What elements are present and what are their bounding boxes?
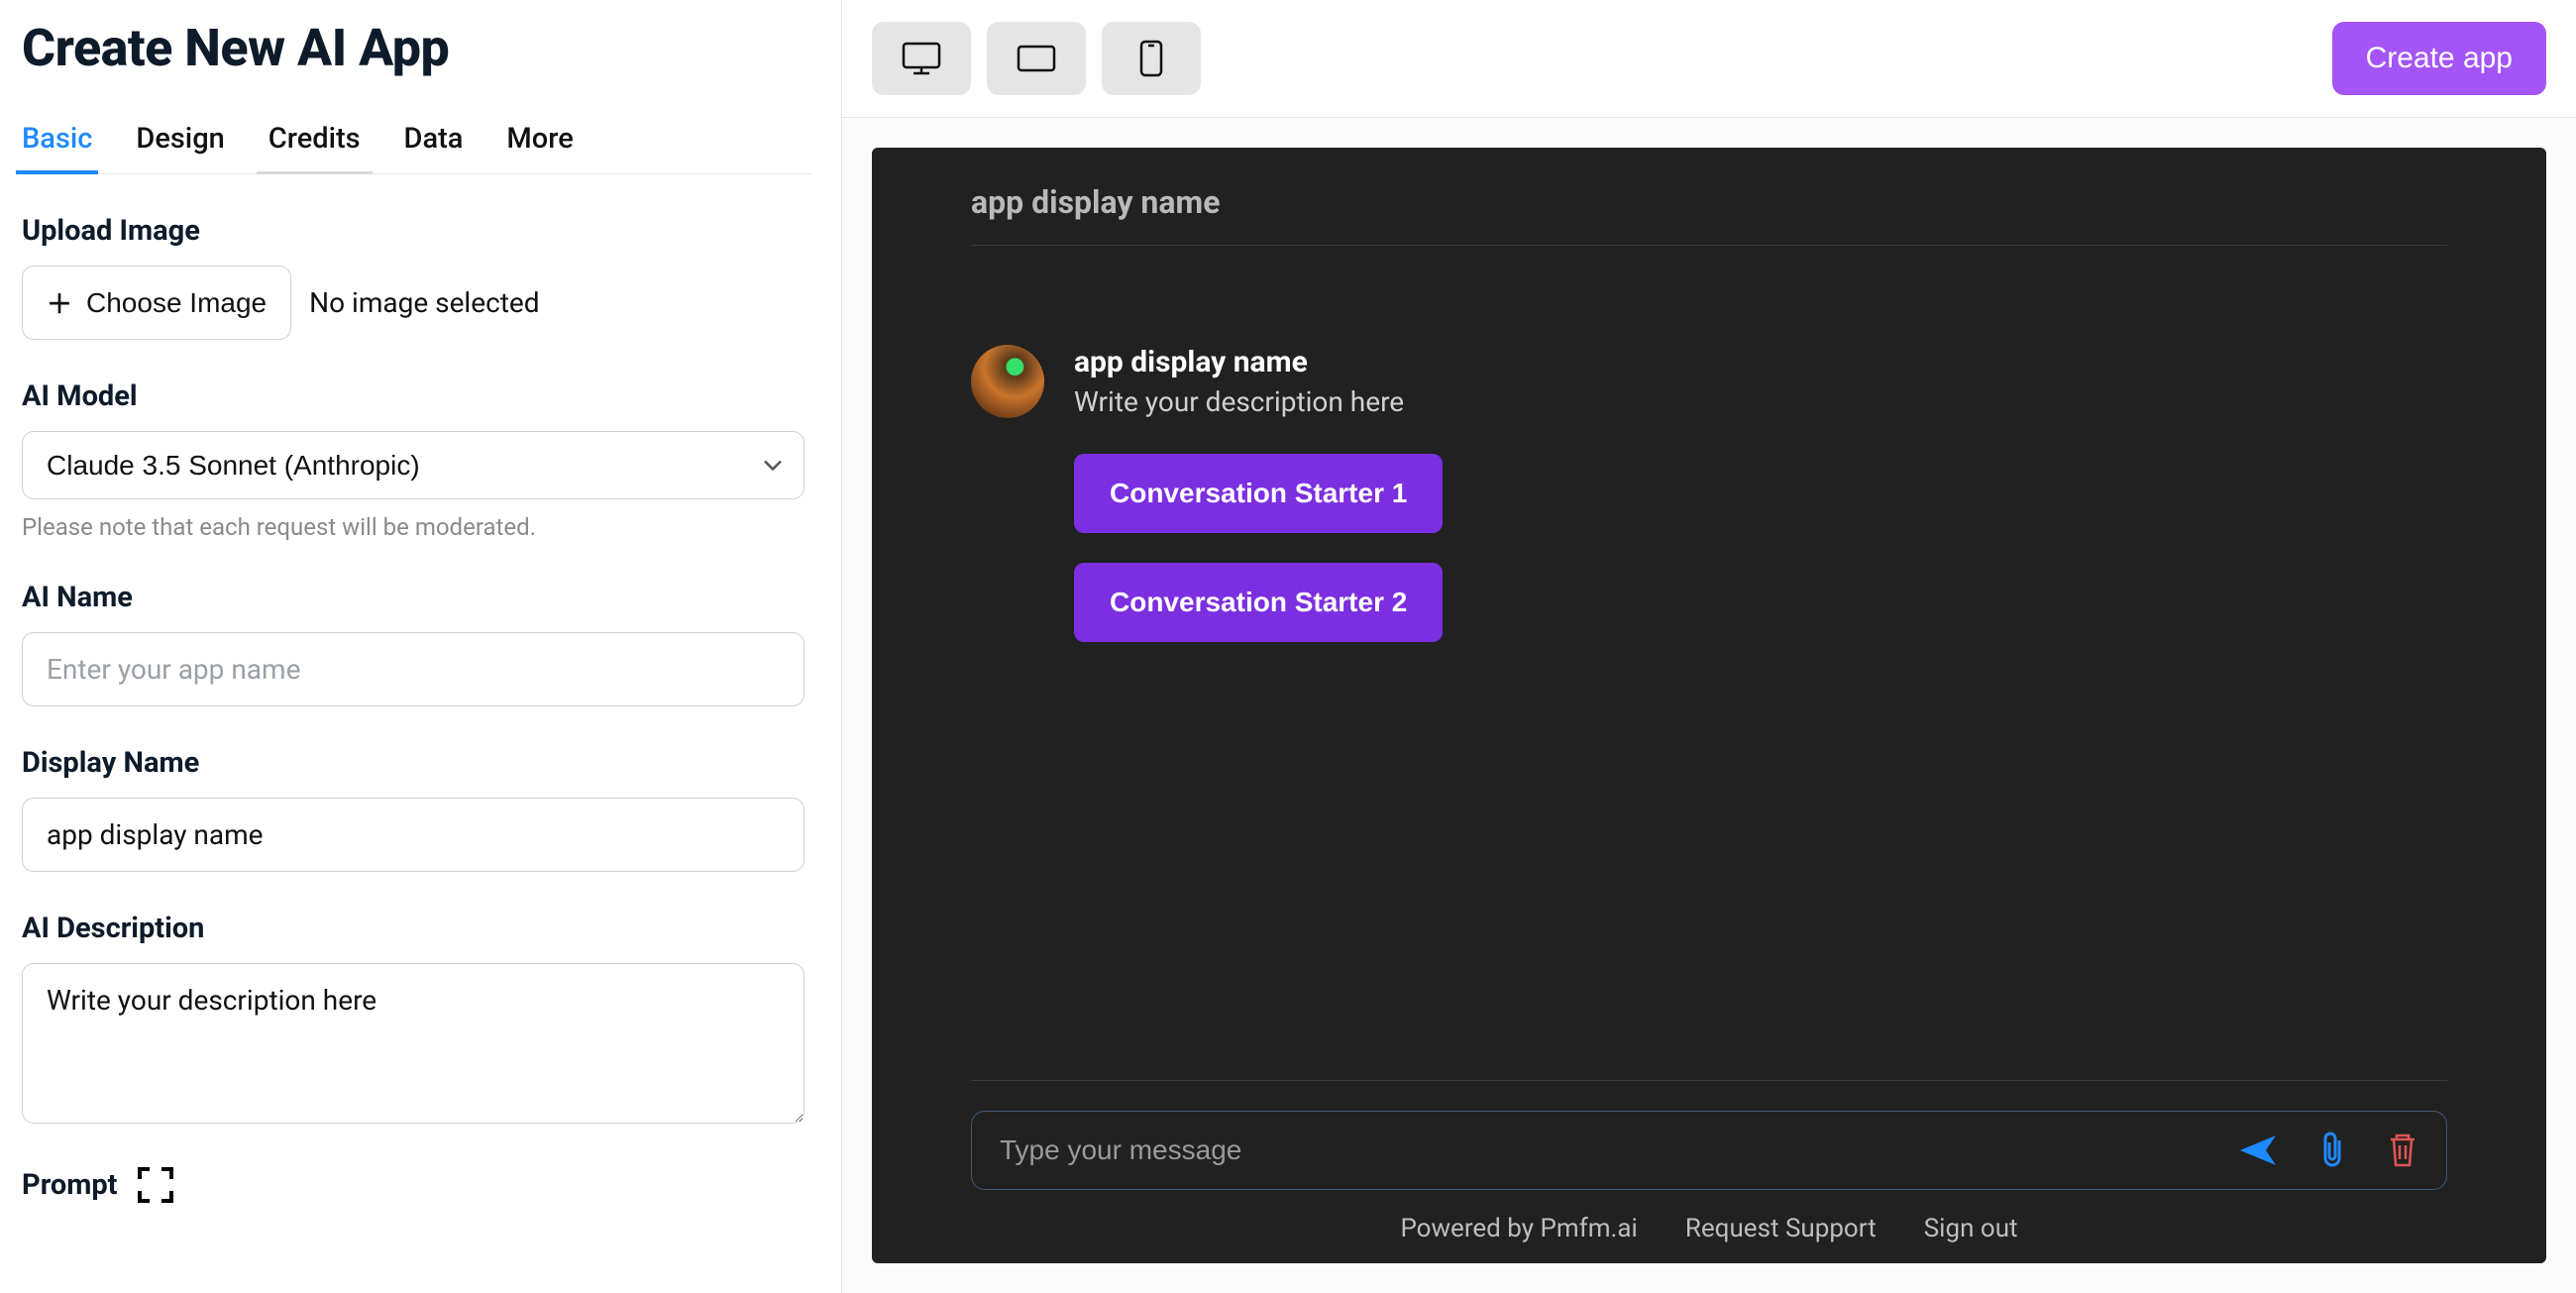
sign-out-link[interactable]: Sign out bbox=[1924, 1214, 2018, 1243]
request-support-link[interactable]: Request Support bbox=[1685, 1214, 1877, 1243]
tablet-device-button[interactable] bbox=[987, 22, 1086, 95]
prompt-section: Prompt bbox=[22, 1167, 811, 1203]
ai-name-label: AI Name bbox=[22, 581, 811, 614]
send-icon[interactable] bbox=[2238, 1133, 2278, 1167]
display-name-input[interactable] bbox=[22, 798, 805, 872]
model-section: AI Model Claude 3.5 Sonnet (Anthropic) P… bbox=[22, 379, 811, 541]
powered-by-link[interactable]: Powered by Pmfm.ai bbox=[1400, 1214, 1637, 1243]
preview-toolbar: Create app bbox=[842, 0, 2576, 118]
trash-icon[interactable] bbox=[2387, 1131, 2418, 1169]
model-help-text: Please note that each request will be mo… bbox=[22, 513, 811, 541]
model-select[interactable]: Claude 3.5 Sonnet (Anthropic) bbox=[22, 431, 805, 499]
description-input[interactable] bbox=[22, 963, 805, 1124]
desktop-device-button[interactable] bbox=[872, 22, 971, 95]
tab-design[interactable]: Design bbox=[136, 122, 224, 173]
display-name-label: Display Name bbox=[22, 746, 811, 780]
tab-data[interactable]: Data bbox=[404, 122, 464, 173]
preview-panel: Create app app display name app display … bbox=[842, 0, 2576, 1293]
chat-input-row bbox=[971, 1111, 2447, 1190]
chat-input[interactable] bbox=[1000, 1134, 2238, 1166]
preview-header-title: app display name bbox=[971, 183, 2447, 246]
model-label: AI Model bbox=[22, 379, 811, 413]
mobile-icon bbox=[1138, 39, 1164, 78]
upload-label: Upload Image bbox=[22, 214, 811, 248]
tablet-icon bbox=[1015, 43, 1058, 74]
upload-section: Upload Image ＋ Choose Image No image sel… bbox=[22, 214, 811, 340]
plus-icon: ＋ bbox=[47, 284, 72, 321]
app-preview: app display name app display name Write … bbox=[872, 148, 2546, 1263]
tab-more[interactable]: More bbox=[506, 122, 573, 173]
preview-app-name: app display name bbox=[1074, 345, 1443, 379]
desktop-icon bbox=[900, 40, 943, 77]
tab-credits[interactable]: Credits bbox=[268, 122, 361, 173]
ai-name-input[interactable] bbox=[22, 632, 805, 706]
description-section: AI Description bbox=[22, 912, 811, 1128]
expand-icon[interactable] bbox=[138, 1167, 173, 1203]
prompt-label: Prompt bbox=[22, 1168, 118, 1202]
ai-name-section: AI Name bbox=[22, 581, 811, 706]
attachment-icon[interactable] bbox=[2317, 1131, 2347, 1170]
conversation-starter-1[interactable]: Conversation Starter 1 bbox=[1074, 454, 1443, 533]
tab-basic[interactable]: Basic bbox=[22, 122, 92, 173]
avatar bbox=[971, 345, 1044, 418]
config-panel: Create New AI App Basic Design Credits D… bbox=[0, 0, 842, 1293]
conversation-starter-2[interactable]: Conversation Starter 2 bbox=[1074, 563, 1443, 642]
tabs: Basic Design Credits Data More bbox=[22, 122, 811, 174]
preview-app-desc: Write your description here bbox=[1074, 385, 1443, 418]
divider bbox=[971, 1080, 2447, 1081]
create-app-button[interactable]: Create app bbox=[2332, 22, 2546, 95]
description-label: AI Description bbox=[22, 912, 811, 945]
choose-image-label: Choose Image bbox=[86, 287, 267, 319]
display-name-section: Display Name bbox=[22, 746, 811, 872]
upload-status: No image selected bbox=[309, 286, 539, 319]
choose-image-button[interactable]: ＋ Choose Image bbox=[22, 266, 291, 340]
page-title: Create New AI App bbox=[22, 18, 811, 78]
preview-footer: Powered by Pmfm.ai Request Support Sign … bbox=[971, 1190, 2447, 1243]
mobile-device-button[interactable] bbox=[1102, 22, 1201, 95]
